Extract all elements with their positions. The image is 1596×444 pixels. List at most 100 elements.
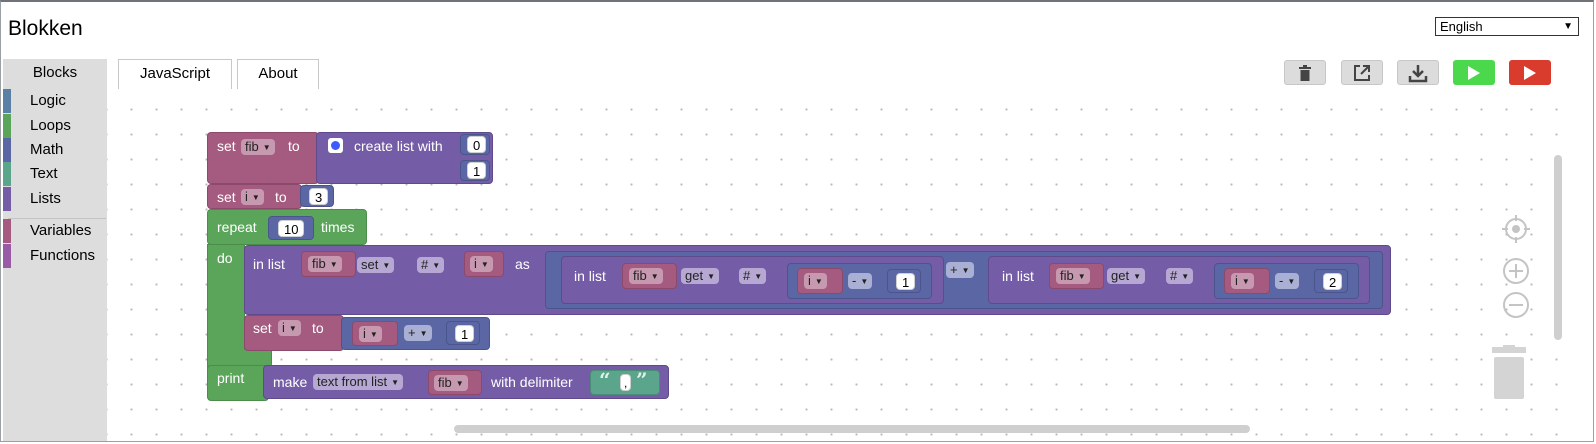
- block-keyword: do: [217, 250, 233, 266]
- trash-button[interactable]: [1284, 60, 1326, 85]
- variable-dropdown[interactable]: i ▼: [804, 273, 827, 289]
- number-field[interactable]: 2: [1323, 273, 1343, 290]
- category-label: Math: [30, 141, 64, 158]
- text-literal-block[interactable]: “ , ”: [590, 368, 660, 395]
- toolbox-category-loops[interactable]: Loops: [3, 114, 107, 138]
- app-title: Blokken: [8, 17, 83, 40]
- workspace-trash-can[interactable]: [1488, 345, 1530, 401]
- variable-get-block[interactable]: i ▼: [797, 268, 843, 294]
- number-field[interactable]: 1: [455, 325, 475, 342]
- category-label: Variables: [30, 222, 92, 239]
- operator-dropdown[interactable]: + ▼: [946, 262, 974, 278]
- horizontal-scrollbar[interactable]: [454, 425, 1250, 433]
- variable-dropdown[interactable]: fib ▼: [434, 375, 468, 391]
- variable-dropdown[interactable]: i ▼: [470, 256, 493, 272]
- variable-dropdown[interactable]: i ▼: [359, 326, 382, 342]
- language-select[interactable]: English ▼: [1435, 17, 1579, 36]
- number-block[interactable]: 3: [300, 185, 334, 207]
- block-keyword: to: [312, 320, 324, 336]
- variable-get-block[interactable]: fib ▼: [1049, 263, 1104, 289]
- number-block[interactable]: 1: [460, 160, 490, 181]
- variable-dropdown[interactable]: i ▼: [278, 320, 301, 336]
- tab-about[interactable]: About: [237, 59, 319, 89]
- stop-button[interactable]: [1509, 60, 1551, 85]
- trash-can-icon: [1492, 345, 1526, 399]
- run-button[interactable]: [1453, 60, 1495, 85]
- mode-dropdown[interactable]: get ▼: [681, 268, 719, 284]
- external-link-icon: [1354, 64, 1370, 81]
- gear-icon[interactable]: [328, 138, 343, 153]
- download-button[interactable]: [1397, 60, 1439, 85]
- text-field[interactable]: ,: [620, 374, 632, 391]
- block-keyword: in list: [574, 268, 606, 284]
- number-field[interactable]: 1: [467, 162, 487, 179]
- toolbox-category-variables[interactable]: Variables: [3, 219, 107, 243]
- variable-get-block[interactable]: fib ▼: [428, 370, 482, 395]
- category-color: [3, 219, 11, 243]
- variable-dropdown[interactable]: fib ▼: [629, 268, 663, 284]
- play-icon: [1468, 65, 1480, 80]
- category-color: [3, 138, 11, 162]
- variable-get-block[interactable]: fib ▼: [622, 263, 677, 289]
- block-keyword: repeat: [217, 219, 257, 235]
- operator-dropdown[interactable]: + ▼: [404, 325, 432, 341]
- block-keyword: set: [217, 138, 236, 154]
- block-keyword: as: [515, 256, 530, 272]
- category-label: Lists: [30, 190, 61, 207]
- operator-dropdown[interactable]: - ▼: [1275, 273, 1300, 289]
- variable-dropdown[interactable]: fib ▼: [241, 139, 275, 155]
- tab-javascript[interactable]: JavaScript: [118, 59, 232, 89]
- trash-icon: [1299, 64, 1311, 81]
- number-block[interactable]: 2: [1314, 269, 1348, 293]
- number-field[interactable]: 1: [896, 273, 916, 290]
- language-selected-value: English: [1440, 19, 1483, 34]
- variable-dropdown[interactable]: i ▼: [1231, 273, 1254, 289]
- variable-get-block[interactable]: fib ▼: [301, 251, 356, 277]
- variable-get-block[interactable]: i ▼: [1224, 268, 1270, 294]
- mode-dropdown[interactable]: get ▼: [1107, 268, 1145, 284]
- number-field[interactable]: 10: [278, 220, 305, 237]
- vertical-scrollbar[interactable]: [1554, 155, 1562, 340]
- play-icon: [1524, 65, 1536, 80]
- category-color: [3, 244, 11, 268]
- close-quote-icon: ”: [636, 368, 648, 392]
- toolbox-category-text[interactable]: Text: [3, 162, 107, 186]
- category-color: [3, 89, 11, 113]
- link-button[interactable]: [1341, 60, 1383, 85]
- block-keyword: print: [217, 370, 245, 386]
- mode-dropdown[interactable]: text from list ▼: [313, 374, 403, 390]
- where-dropdown[interactable]: # ▼: [739, 268, 767, 284]
- set-fib-block[interactable]: set fib ▼ to: [207, 132, 319, 184]
- category-color: [3, 162, 11, 186]
- number-block[interactable]: 1: [446, 321, 480, 345]
- number-block[interactable]: 1: [887, 269, 921, 293]
- operator-dropdown[interactable]: - ▼: [848, 273, 873, 289]
- number-block[interactable]: 0: [460, 134, 490, 155]
- number-field[interactable]: 3: [309, 188, 329, 205]
- toolbox-category-logic[interactable]: Logic: [3, 89, 107, 113]
- where-dropdown[interactable]: # ▼: [417, 257, 445, 273]
- toolbox-category-functions[interactable]: Functions: [3, 244, 107, 268]
- tab-blocks[interactable]: Blocks: [3, 59, 107, 89]
- toolbox-category-lists[interactable]: Lists: [3, 187, 107, 211]
- recenter-button[interactable]: [1502, 215, 1530, 243]
- number-field[interactable]: 0: [467, 136, 487, 153]
- print-block[interactable]: print: [207, 365, 269, 401]
- variable-get-block[interactable]: i ▼: [352, 321, 398, 346]
- where-dropdown[interactable]: # ▼: [1166, 268, 1194, 284]
- download-icon: [1408, 64, 1428, 82]
- zoom-in-icon: [1503, 258, 1529, 284]
- zoom-out-button[interactable]: [1502, 291, 1530, 319]
- zoom-in-button[interactable]: [1502, 257, 1530, 285]
- variable-get-block[interactable]: i ▼: [464, 251, 504, 277]
- variable-dropdown[interactable]: fib ▼: [1056, 268, 1090, 284]
- set-i-increment-block[interactable]: set i ▼ to: [244, 315, 344, 351]
- open-quote-icon: “: [599, 368, 611, 392]
- number-block[interactable]: 10: [268, 216, 314, 240]
- variable-dropdown[interactable]: fib ▼: [308, 256, 342, 272]
- category-label: Text: [30, 165, 58, 182]
- variable-dropdown[interactable]: i ▼: [241, 189, 264, 205]
- mode-dropdown[interactable]: set ▼: [357, 257, 395, 273]
- toolbox-category-math[interactable]: Math: [3, 138, 107, 162]
- set-i-block[interactable]: set i ▼ to: [207, 184, 302, 209]
